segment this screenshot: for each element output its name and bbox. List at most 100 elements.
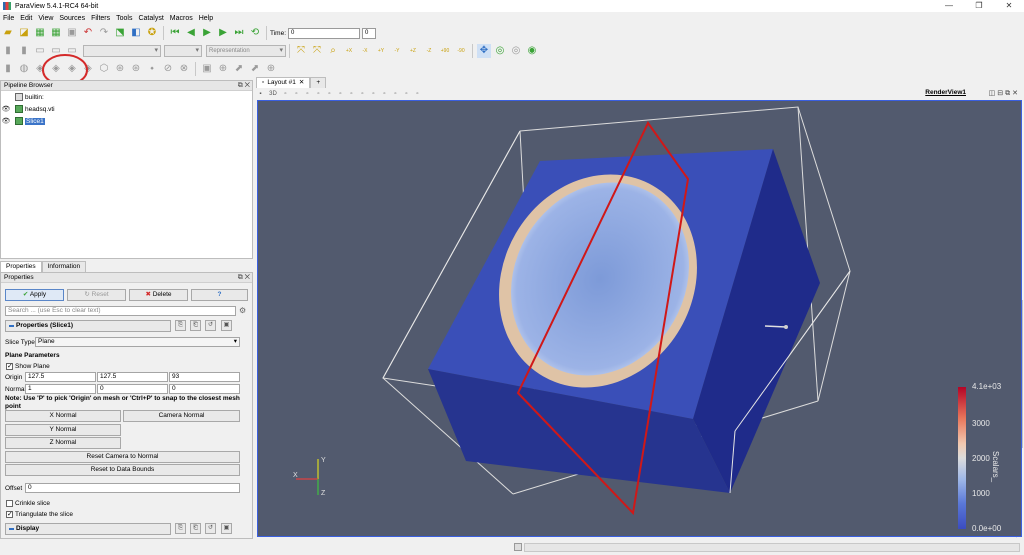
copy-icon[interactable]: ⎘ xyxy=(175,320,186,331)
paste-icon[interactable]: ⎗ xyxy=(190,523,201,534)
redo-icon[interactable]: ↷ xyxy=(97,26,111,40)
render-view[interactable]: Y X Z 4.1e+03 3000 2000 1000 0.0e+00 Sca… xyxy=(257,100,1022,537)
view-minus-x-button[interactable]: -X xyxy=(358,44,372,58)
offset-input[interactable]: 0 xyxy=(25,483,240,493)
interactive-select-icon[interactable]: ▫ xyxy=(347,90,356,98)
group-datasets-icon[interactable]: ⬩ xyxy=(145,62,159,76)
menu-file[interactable]: File xyxy=(3,15,14,22)
pipeline-item-headsq[interactable]: 👁 headsq.vti xyxy=(1,103,252,115)
extract-level-icon[interactable]: ⊘ xyxy=(161,62,175,76)
menu-edit[interactable]: Edit xyxy=(20,15,32,22)
reset-camera-icon[interactable]: ⬔ xyxy=(113,26,127,40)
center-axes-icon[interactable]: ◎ xyxy=(493,44,507,58)
add-layout-tab-button[interactable]: + xyxy=(310,77,327,88)
select-frustum-icon[interactable]: ⬈ xyxy=(232,62,246,76)
edit-colormap-icon[interactable]: ▮ xyxy=(17,44,31,58)
view-plus-x-button[interactable]: +X xyxy=(342,44,356,58)
origin-z-input[interactable]: 93 xyxy=(169,372,240,382)
eye-icon[interactable]: 👁 xyxy=(1,117,11,125)
camera-normal-button[interactable]: Camera Normal xyxy=(123,410,240,422)
panel-controls-icon[interactable]: ⧉ ✕ xyxy=(238,81,250,91)
x-normal-button[interactable]: X Normal xyxy=(5,410,121,422)
normal-y-input[interactable]: 0 xyxy=(97,384,168,394)
save-defaults-icon[interactable]: ▣ xyxy=(221,320,232,331)
select-frustum-cells-icon[interactable]: ▫ xyxy=(303,90,312,98)
pipeline-item-slice1[interactable]: 👁 Slice1 xyxy=(1,115,252,127)
next-frame-icon[interactable]: ▶ xyxy=(216,26,230,40)
first-frame-icon[interactable]: ⏮ xyxy=(168,26,182,40)
close-tab-icon[interactable]: ✕ xyxy=(299,79,304,87)
triangulate-checkbox[interactable]: ✓ xyxy=(6,511,13,518)
find-data-icon[interactable]: ⊗ xyxy=(177,62,191,76)
select-frustum-points-icon[interactable]: ▫ xyxy=(314,90,323,98)
view-3d-button[interactable]: 3D xyxy=(267,90,279,98)
reset-camera-icon[interactable]: ⤧ xyxy=(294,44,308,58)
rotate-minus-90-button[interactable]: -90 xyxy=(454,44,468,58)
maximize-button[interactable]: ❐ xyxy=(964,0,994,12)
open-icon[interactable]: ▰ xyxy=(1,26,15,40)
camera-undo-icon[interactable]: ◧ xyxy=(129,26,143,40)
menu-help[interactable]: Help xyxy=(199,15,213,22)
load-state-icon[interactable]: ▦ xyxy=(33,26,47,40)
grow-selection-icon[interactable]: ▫ xyxy=(380,90,389,98)
search-settings-icon[interactable]: ⚙ xyxy=(239,306,246,315)
save-state-icon[interactable]: ▦ xyxy=(49,26,63,40)
reset-camera-normal-button[interactable]: Reset Camera to Normal xyxy=(5,451,240,463)
select-block-icon[interactable]: ⬈ xyxy=(248,62,262,76)
trash-icon[interactable]: ▫ xyxy=(413,90,422,98)
y-normal-button[interactable]: Y Normal xyxy=(5,424,121,436)
clear-selection-icon[interactable]: ⊕ xyxy=(264,62,278,76)
paste-icon[interactable]: ⎗ xyxy=(190,320,201,331)
previous-frame-icon[interactable]: ◀ xyxy=(184,26,198,40)
reset-button[interactable]: ↻ Reset xyxy=(67,289,126,301)
memory-inspector-icon[interactable] xyxy=(514,543,522,551)
menu-catalyst[interactable]: Catalyst xyxy=(138,15,163,22)
render-view-name[interactable]: RenderView1 xyxy=(925,89,966,96)
calculator-icon[interactable]: ▮ xyxy=(1,62,15,76)
reset-bounds-button[interactable]: Reset to Data Bounds xyxy=(5,464,240,476)
shrink-selection-icon[interactable]: ▫ xyxy=(391,90,400,98)
display-section-header[interactable]: Display xyxy=(5,523,171,535)
pipeline-item-builtin[interactable]: builtin: xyxy=(1,91,252,103)
copy-icon[interactable]: ⎘ xyxy=(175,523,186,534)
select-points-surface-icon[interactable]: ▫ xyxy=(292,90,301,98)
open-folder-icon[interactable]: ◪ xyxy=(17,26,31,40)
color-by-select[interactable] xyxy=(83,45,161,57)
normal-arrow-head[interactable] xyxy=(784,325,788,329)
panel-controls-icon[interactable]: ⧉ ✕ xyxy=(238,273,250,283)
last-frame-icon[interactable]: ⏭ xyxy=(232,26,246,40)
eye-icon[interactable]: 👁 xyxy=(1,105,11,113)
render-scene[interactable]: Y X Z xyxy=(258,101,1022,537)
view-split-controls-icon[interactable]: ◫⊟⧉✕ xyxy=(989,89,1020,98)
menu-macros[interactable]: Macros xyxy=(170,15,193,22)
restore-defaults-icon[interactable]: ↺ xyxy=(205,320,216,331)
menu-view[interactable]: View xyxy=(38,15,53,22)
hover-cells-icon[interactable]: ▫ xyxy=(369,90,378,98)
representation-select[interactable]: Representation xyxy=(206,45,286,57)
zoom-box-icon[interactable]: ⌕ xyxy=(326,44,340,58)
warp-vector-icon[interactable]: ⊛ xyxy=(129,62,143,76)
show-plane-checkbox[interactable]: ✓ xyxy=(6,363,13,370)
zoom-to-data-icon[interactable]: ⤧ xyxy=(310,44,324,58)
select-cells-icon[interactable]: ▣ xyxy=(200,62,214,76)
normal-arrow[interactable] xyxy=(764,325,787,328)
slice-type-select[interactable]: Plane ▾ xyxy=(35,337,240,347)
interaction-mode-icon[interactable]: ✥ xyxy=(477,44,491,58)
select-surface-icon[interactable]: ▫ xyxy=(281,90,290,98)
menu-sources[interactable]: Sources xyxy=(59,15,85,22)
stream-tracer-icon[interactable]: ⊛ xyxy=(113,62,127,76)
undo-icon[interactable]: ↶ xyxy=(81,26,95,40)
tab-information[interactable]: Information xyxy=(41,261,87,272)
select-points-icon[interactable]: ⊕ xyxy=(216,62,230,76)
select-blocks-icon[interactable]: ▫ xyxy=(336,90,345,98)
server-connect-icon[interactable]: ▣ xyxy=(65,26,79,40)
close-button[interactable]: ✕ xyxy=(994,0,1024,12)
hover-points-icon[interactable]: ▫ xyxy=(358,90,367,98)
save-defaults-icon[interactable]: ▣ xyxy=(221,523,232,534)
crinkle-checkbox[interactable] xyxy=(6,500,13,507)
delete-button[interactable]: ✖ Delete xyxy=(129,289,188,301)
z-normal-button[interactable]: Z Normal xyxy=(5,437,121,449)
color-palette-icon[interactable]: ✪ xyxy=(145,26,159,40)
normal-z-input[interactable]: 0 xyxy=(169,384,240,394)
clear-selection-icon[interactable]: ▫ xyxy=(402,90,411,98)
